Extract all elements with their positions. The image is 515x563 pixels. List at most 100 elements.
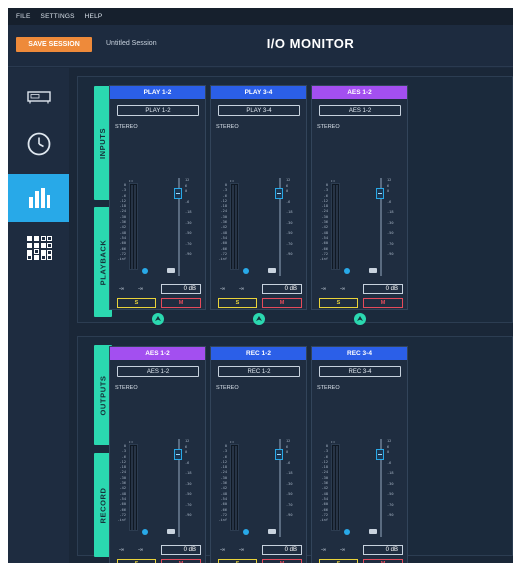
fader-tick: 0	[387, 450, 390, 454]
fader-tick: -30	[387, 220, 394, 225]
level-readout[interactable]: 0 dB	[262, 284, 302, 294]
solo-button[interactable]: S	[218, 298, 257, 308]
solo-button[interactable]: S	[319, 298, 358, 308]
fader-tick: -70	[185, 241, 192, 246]
channel-header[interactable]: REC 1-2	[211, 347, 306, 360]
fader-tick: -50	[387, 231, 394, 235]
channel-header[interactable]: PLAY 3-4	[211, 86, 306, 99]
link-button[interactable]	[268, 268, 276, 273]
level-readout[interactable]: 0 dB	[161, 284, 201, 294]
volume-fader[interactable]	[174, 188, 182, 199]
channel-source-select[interactable]: PLAY 3-4	[218, 105, 300, 116]
channel-source-select[interactable]: AES 1-2	[117, 366, 199, 377]
level-readout[interactable]: 0 dB	[262, 545, 302, 555]
link-button[interactable]	[268, 529, 276, 534]
sidebar-item-device[interactable]	[8, 73, 69, 121]
page-title: I/O MONITOR	[266, 36, 355, 51]
volume-fader[interactable]	[275, 188, 283, 199]
solo-button[interactable]: S	[117, 298, 156, 308]
app-window: FILE SETTINGS HELP SAVE SESSION Untitled…	[8, 8, 513, 563]
volume-fader[interactable]	[275, 449, 283, 460]
channel-name: REC 3-4	[347, 350, 372, 357]
channel-source-select[interactable]: AES 1-2	[319, 105, 401, 116]
meter-scale: 0 -3 -6 -12 -18 -24 -30 -36 -42 -48 -54 -60 -66 -72 -i…	[217, 444, 227, 523]
fader-tick: -30	[286, 481, 293, 486]
mute-button[interactable]: M	[363, 559, 403, 563]
peak-right-readout: -∞	[239, 547, 245, 553]
route-button[interactable]	[253, 313, 265, 325]
route-icon	[155, 316, 161, 321]
menu-settings[interactable]: SETTINGS	[41, 13, 75, 20]
fader-tick: -30	[387, 481, 394, 486]
fader-tick: -30	[185, 481, 192, 486]
route-button[interactable]	[152, 313, 164, 325]
channel-source-value: REC 1-2	[247, 368, 271, 375]
sidebar-item-clock[interactable]	[8, 120, 69, 168]
mute-button[interactable]: M	[262, 298, 302, 308]
volume-fader[interactable]	[174, 449, 182, 460]
solo-button[interactable]: S	[319, 559, 358, 563]
level-readout[interactable]: 0 dB	[161, 545, 201, 555]
solo-button[interactable]: S	[218, 559, 257, 563]
clock-icon	[27, 132, 50, 156]
channel-header[interactable]: REC 3-4	[312, 347, 407, 360]
solo-button[interactable]: S	[117, 559, 156, 563]
channel-source-value: AES 1-2	[348, 107, 372, 114]
pan-indicator[interactable]	[344, 268, 350, 274]
mute-button[interactable]: M	[262, 559, 302, 563]
channel-header[interactable]: PLAY 1-2	[110, 86, 205, 99]
mute-button[interactable]: M	[161, 298, 201, 308]
channel-source-value: REC 3-4	[348, 368, 372, 375]
pan-indicator[interactable]	[243, 268, 249, 274]
level-readout[interactable]: 0 dB	[363, 545, 403, 555]
channel-source-select[interactable]: PLAY 1-2	[117, 105, 199, 116]
fader-tick: -18	[286, 210, 293, 214]
pan-indicator[interactable]	[142, 268, 148, 274]
link-button[interactable]	[369, 529, 377, 534]
mute-button[interactable]: M	[161, 559, 201, 563]
tab-outputs-label: OUTPUTS	[98, 374, 108, 416]
link-button[interactable]	[167, 529, 175, 534]
channel-strip: PLAY 1-2 PLAY 1-2 STEREO •• 0 -3 -6 -12 -18-…	[109, 85, 206, 325]
menu-file[interactable]: FILE	[16, 13, 31, 20]
menu-help[interactable]: HELP	[85, 13, 103, 20]
volume-fader[interactable]	[376, 449, 384, 460]
fader-tick: -70	[286, 241, 293, 246]
route-icon	[357, 316, 363, 321]
pan-indicator[interactable]	[142, 529, 148, 535]
peak-right-readout: -∞	[138, 286, 144, 292]
channel-mode: STEREO	[115, 124, 138, 130]
channel-header[interactable]: AES 1-2	[312, 86, 407, 99]
main-panel: INPUTS PLAYBACK OUTPUTS RECORD PLAY 1-2 …	[69, 68, 513, 563]
channel-header[interactable]: AES 1-2	[110, 347, 205, 360]
channel-name: REC 1-2	[246, 350, 271, 357]
pan-indicator[interactable]	[344, 529, 350, 535]
fader-tick: -18	[387, 471, 394, 475]
channel-strip: PLAY 3-4 PLAY 3-4 STEREO •• 0 -3 -6 -12 -18-…	[210, 85, 307, 325]
link-button[interactable]	[369, 268, 377, 273]
tab-record-label: RECORD	[98, 486, 108, 524]
sidebar-item-matrix[interactable]	[8, 224, 69, 272]
level-readout[interactable]: 0 dB	[363, 284, 403, 294]
volume-fader[interactable]	[376, 188, 384, 199]
channel-mode: STEREO	[115, 385, 138, 391]
peak-left-readout: -∞	[119, 286, 125, 292]
channel-source-select[interactable]: REC 1-2	[218, 366, 300, 377]
fader-tick: -70	[387, 241, 394, 246]
fader-tick: -90	[286, 252, 293, 256]
channel-name: PLAY 1-2	[143, 89, 172, 96]
route-button[interactable]	[354, 313, 366, 325]
fader-tick: -90	[387, 513, 394, 517]
fader-tick: -6	[185, 460, 190, 465]
fader-tick: -30	[185, 220, 192, 225]
link-button[interactable]	[167, 268, 175, 273]
channel-name: AES 1-2	[347, 89, 372, 96]
meter-tick: -inf	[218, 518, 227, 523]
channel-source-select[interactable]: REC 3-4	[319, 366, 401, 377]
pan-indicator[interactable]	[243, 529, 249, 535]
sidebar-item-meters[interactable]	[8, 174, 69, 222]
fader-tick: -18	[286, 471, 293, 475]
channel-source-value: PLAY 1-2	[145, 107, 171, 114]
mute-button[interactable]: M	[363, 298, 403, 308]
channel-source-value: PLAY 3-4	[246, 107, 272, 114]
